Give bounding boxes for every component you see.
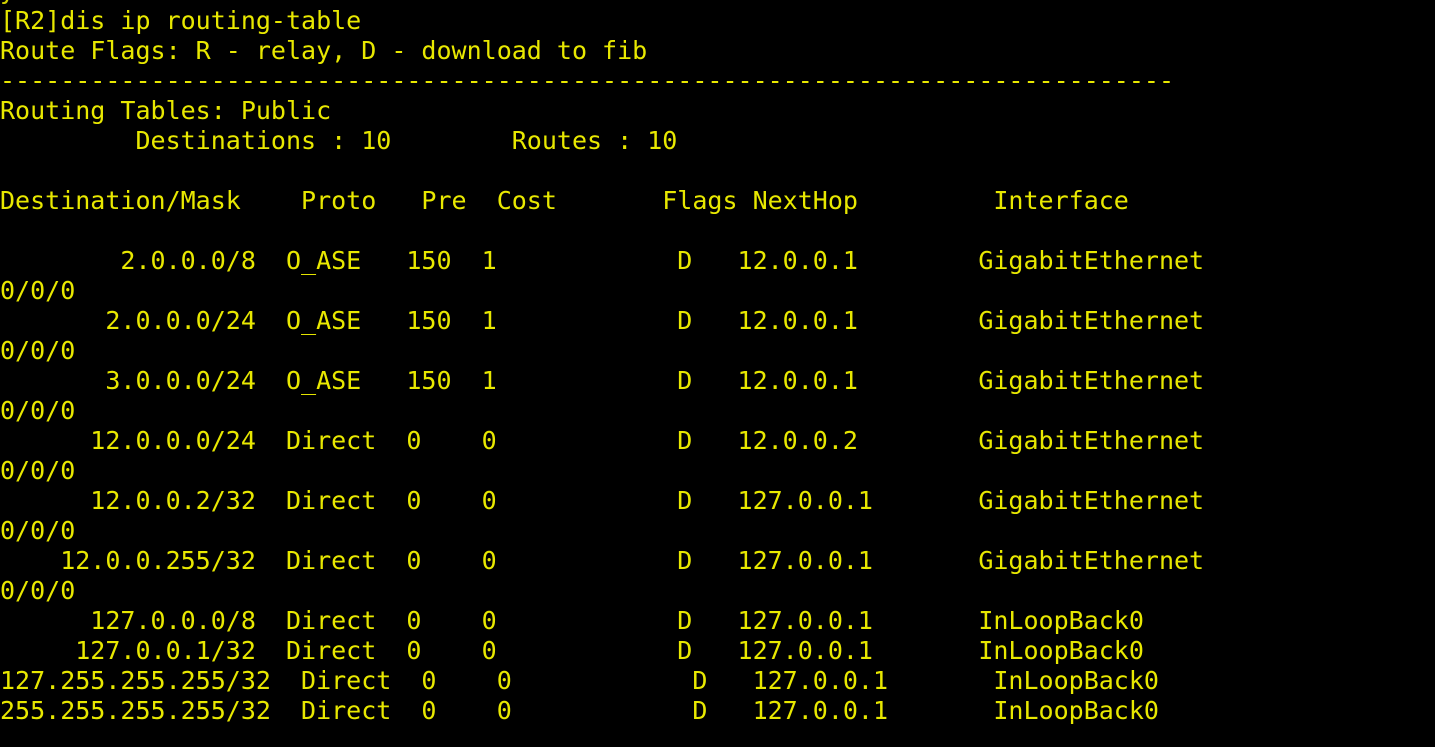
table-row-wrap: 0/0/0 [0,336,76,365]
routing-table-body: 2.0.0.0/8 O_ASE 150 1 D 12.0.0.1 Gigabit… [0,246,1435,726]
table-row: 255.255.255.255/32 Direct 0 0 D 127.0.0.… [0,696,1159,725]
table-row: 3.0.0.0/24 O_ASE 150 1 D 12.0.0.1 Gigabi… [0,366,1205,395]
terminal-screen-buffer: y hh:mm:ss [R2]dis ip routing-table Rout… [0,0,1435,726]
table-row-wrap: 0/0/0 [0,576,76,605]
command-prompt-line[interactable]: [R2]dis ip routing-table [0,6,1435,36]
table-row-wrap: 0/0/0 [0,516,76,545]
table-row-wrap: 0/0/0 [0,276,76,305]
table-row: 127.0.0.0/8 Direct 0 0 D 127.0.0.1 InLoo… [0,606,1144,635]
table-row-wrap: 0/0/0 [0,456,76,485]
table-row: 2.0.0.0/24 O_ASE 150 1 D 12.0.0.1 Gigabi… [0,306,1205,335]
terminal-console[interactable]: y hh:mm:ss [R2]dis ip routing-table Rout… [0,0,1435,747]
table-row: 12.0.0.2/32 Direct 0 0 D 127.0.0.1 Gigab… [0,486,1205,515]
table-row: 127.0.0.1/32 Direct 0 0 D 127.0.0.1 InLo… [0,636,1144,665]
table-row: 127.255.255.255/32 Direct 0 0 D 127.0.0.… [0,666,1159,695]
blank-line-2 [0,216,1435,246]
separator-rule: ----------------------------------------… [0,66,1174,95]
route-flags-legend: Route Flags: R - relay, D - download to … [0,36,648,65]
scrolled-off-line: y hh:mm:ss [0,0,1435,6]
table-column-headers: Destination/Mask Proto Pre Cost Flags Ne… [0,186,1129,215]
table-row: 12.0.0.0/24 Direct 0 0 D 12.0.0.2 Gigabi… [0,426,1205,455]
routing-summary-line: Destinations : 10 Routes : 10 [0,126,678,155]
table-row: 12.0.0.255/32 Direct 0 0 D 127.0.0.1 Gig… [0,546,1205,575]
blank-line-1 [0,156,1435,186]
routing-tables-label: Routing Tables: Public [0,96,332,125]
table-row-wrap: 0/0/0 [0,396,76,425]
table-row: 2.0.0.0/8 O_ASE 150 1 D 12.0.0.1 Gigabit… [0,246,1205,275]
